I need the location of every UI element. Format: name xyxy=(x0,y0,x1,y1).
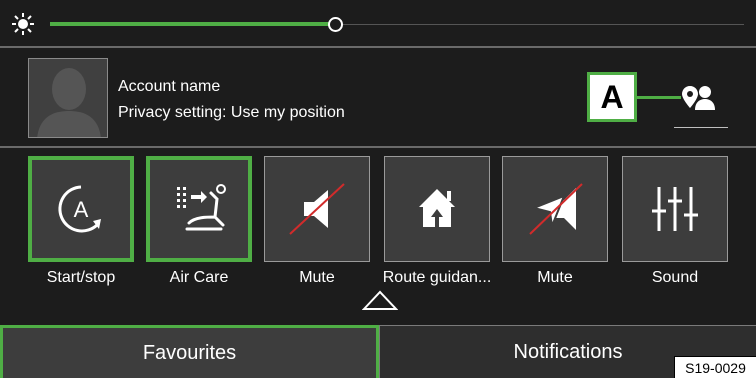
tile-sound[interactable] xyxy=(622,156,728,262)
tile-label-navigation-mute: Mute xyxy=(537,269,573,286)
expand-up-icon[interactable] xyxy=(362,289,398,311)
speaker-muted-icon xyxy=(289,183,345,235)
account-name[interactable]: Account name xyxy=(118,78,220,96)
location-underline xyxy=(674,127,728,128)
home-route-icon xyxy=(419,189,455,227)
location-person-icon[interactable] xyxy=(682,84,716,110)
brightness-slider-thumb[interactable] xyxy=(327,17,343,32)
tab-notifications-label: Notifications xyxy=(513,340,623,363)
tab-favourites[interactable]: Favourites xyxy=(0,325,379,378)
tile-air-care[interactable] xyxy=(146,156,252,262)
figure-code: S19-0029 xyxy=(674,356,756,378)
navigation-voice-muted-icon xyxy=(529,183,583,235)
privacy-setting[interactable]: Privacy setting: Use my position xyxy=(118,104,345,122)
tile-route-guidance[interactable] xyxy=(384,156,490,262)
tile-mute[interactable] xyxy=(264,156,370,262)
equalizer-icon xyxy=(652,187,698,231)
tile-label-air-care: Air Care xyxy=(169,269,229,286)
svg-text:A: A xyxy=(74,197,89,222)
tile-start-stop[interactable]: A xyxy=(28,156,134,262)
callout-line xyxy=(637,96,681,99)
brightness-slider-fill xyxy=(50,22,335,26)
tile-label-sound: Sound xyxy=(651,269,699,286)
brightness-row xyxy=(0,0,756,46)
auto-start-stop-icon: A xyxy=(58,185,101,233)
tile-label-route-guidance: Route guidan... xyxy=(382,269,492,286)
tab-favourites-label: Favourites xyxy=(142,341,237,364)
person-silhouette-icon xyxy=(29,59,107,137)
avatar[interactable] xyxy=(28,58,108,138)
divider xyxy=(0,46,756,48)
sun-icon xyxy=(12,13,34,35)
callout-label: A xyxy=(587,72,637,122)
air-care-seat-icon xyxy=(177,184,226,231)
tile-navigation-mute[interactable] xyxy=(502,156,608,262)
tile-label-start-stop: Start/stop xyxy=(46,269,116,286)
tile-label-mute: Mute xyxy=(299,269,335,286)
divider xyxy=(0,146,756,148)
